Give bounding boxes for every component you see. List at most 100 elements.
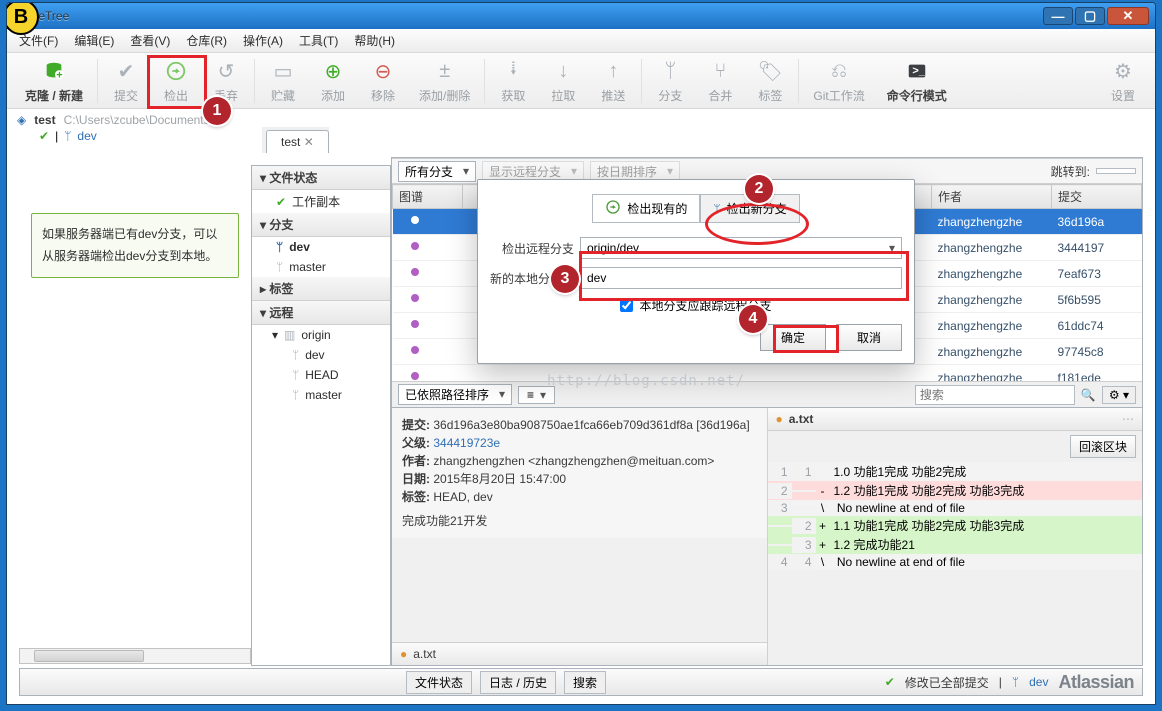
section-label: 标签 (269, 282, 293, 296)
tab-search[interactable]: 搜索 (564, 671, 606, 694)
toolbar-separator (641, 59, 642, 103)
sort-combo[interactable]: 已依照路径排序 (398, 384, 512, 405)
tool-tag[interactable]: 🏷标签 (746, 55, 794, 106)
tree-section-filestate[interactable]: ▾ 文件状态 (252, 166, 390, 190)
menu-help[interactable]: 帮助(H) (354, 32, 395, 49)
jump-input[interactable] (1096, 168, 1136, 174)
branch-icon: ᛘ (276, 260, 283, 274)
detail-file-row[interactable]: ● a.txt (392, 642, 767, 665)
search-input[interactable] (915, 385, 1075, 405)
tool-push[interactable]: ↑推送 (589, 55, 637, 106)
menubar: 文件(F) 编辑(E) 查看(V) 仓库(R) 操作(A) 工具(T) 帮助(H… (7, 29, 1155, 53)
col-author[interactable]: 作者 (932, 185, 1052, 209)
search-icon[interactable]: 🔍 (1081, 388, 1096, 402)
fetch-icon: ⭭ (499, 57, 527, 85)
tool-label: Git工作流 (813, 87, 864, 104)
tree-item-remote-origin[interactable]: ▾ ▥ origin (252, 325, 390, 345)
tool-branch[interactable]: ᛘ分支 (646, 55, 694, 106)
tab-filestatus[interactable]: 文件状态 (406, 671, 472, 694)
remote-value: origin/dev (587, 241, 639, 255)
tool-commit[interactable]: ✔提交 (102, 55, 150, 106)
window-controls: — ▢ ✕ (1043, 7, 1149, 25)
tool-fetch[interactable]: ⭭获取 (489, 55, 537, 106)
status-branch: dev (1029, 675, 1048, 689)
label-parent: 父级: (402, 436, 430, 450)
toolbar-separator (254, 59, 255, 103)
diff-line: 3+1.2 完成功能21 (768, 535, 1143, 554)
repo-icon: ◈ (17, 113, 26, 127)
filter-branches[interactable]: 所有分支 (398, 161, 476, 182)
tree-item-remote-dev[interactable]: ᛘdev (252, 345, 390, 365)
col-commit[interactable]: 提交 (1052, 185, 1142, 209)
tool-settings[interactable]: ⚙设置 (1099, 55, 1147, 106)
tool-stash[interactable]: ▭贮藏 (259, 55, 307, 106)
hscrollbar-thumb[interactable] (34, 650, 144, 662)
tree-item-remote-master[interactable]: ᛘmaster (252, 385, 390, 405)
menu-view[interactable]: 查看(V) (130, 32, 170, 49)
tool-pull[interactable]: ↓拉取 (539, 55, 587, 106)
close-button[interactable]: ✕ (1107, 7, 1149, 25)
list-view-button[interactable]: ≡ (518, 386, 555, 404)
commit-detail-col: 提交: 36d196a3e80ba908750ae1fca66eb709d361… (392, 408, 768, 665)
tree-item-workingcopy[interactable]: ✔工作副本 (252, 190, 390, 213)
minimize-button[interactable]: — (1043, 7, 1073, 25)
menu-repo[interactable]: 仓库(R) (186, 32, 227, 49)
gear-button[interactable]: ⚙ ▾ (1102, 386, 1136, 404)
tool-merge[interactable]: ⑂合并 (696, 55, 744, 106)
checkout-icon (605, 199, 621, 218)
repo-row: ◈ test C:\Users\zcube\Documents\t (7, 109, 1155, 127)
tree-section-remotes[interactable]: ▾ 远程 (252, 301, 390, 325)
label-author: 作者: (402, 454, 430, 468)
track-checkbox[interactable] (620, 299, 633, 312)
tool-clone[interactable]: + 克隆 / 新建 (15, 55, 93, 106)
col-graph[interactable]: 图谱 (393, 185, 463, 209)
jump-label: 跳转到: (1051, 163, 1090, 180)
tab-existing[interactable]: 检出现有的 (592, 194, 700, 223)
commit-row[interactable]: zhangzhengzhef181ede (393, 365, 1142, 382)
tool-remove[interactable]: ⊖移除 (359, 55, 407, 106)
annot-circle-1: 1 (203, 97, 231, 125)
tree-section-tags[interactable]: ▸ 标签 (252, 277, 390, 301)
remote-combo[interactable]: origin/dev ▾ (580, 237, 902, 259)
remove-icon: ⊖ (369, 57, 397, 85)
tool-checkout[interactable]: 检出 (152, 55, 200, 106)
menu-edit[interactable]: 编辑(E) (74, 32, 114, 49)
pipe: | (55, 129, 58, 143)
hint-text: 如果服务器端已有dev分支，可以从服务器端检出dev分支到本地。 (42, 227, 217, 263)
maximize-button[interactable]: ▢ (1075, 7, 1105, 25)
section-label: 文件状态 (269, 171, 317, 185)
tree-item-remote-head[interactable]: ᛘHEAD (252, 365, 390, 385)
menu-actions[interactable]: 操作(A) (243, 32, 283, 49)
value-author: zhangzhengzhen <zhangzhengzhen@meituan.c… (433, 454, 714, 468)
svg-text:+: + (56, 69, 62, 81)
ok-button[interactable]: 确定 (760, 324, 826, 351)
revert-hunk-button[interactable]: 回滚区块 (1070, 435, 1136, 458)
titlebar: ourceTree (7, 3, 1155, 29)
local-input[interactable] (580, 267, 902, 289)
tool-gitflow[interactable]: ⎌Git工作流 (803, 55, 874, 106)
diff-options-icon[interactable]: ⋯ (1122, 412, 1134, 426)
left-panel: 如果服务器端已有dev分支，可以从服务器端检出dev分支到本地。 (19, 157, 251, 666)
tree-item-branch-master[interactable]: ᛘmaster (252, 257, 390, 277)
annot-circle-3: 3 (551, 265, 579, 293)
tree-section-branches[interactable]: ▾ 分支 (252, 213, 390, 237)
tool-clone-label: 克隆 / 新建 (25, 87, 83, 104)
diff-line: 3\ No newline at end of file (768, 500, 1143, 516)
repo-branch: dev (77, 129, 96, 143)
checkout-dialog: 检出现有的 ᛘ 检出新分支 检出远程分支 origin/dev ▾ 新的本地分支… (477, 179, 915, 364)
mid-controls: 已依照路径排序 ≡ 🔍 ⚙ ▾ (392, 381, 1142, 407)
annot-circle-2: 2 (745, 175, 773, 203)
lower-panels: 提交: 36d196a3e80ba908750ae1fca66eb709d361… (392, 407, 1142, 665)
value-commit: 36d196a3e80ba908750ae1fca66eb709d361df8a… (433, 418, 749, 432)
tab-log[interactable]: 日志 / 历史 (480, 671, 556, 694)
tree-item-branch-dev[interactable]: ᛘdev (252, 237, 390, 257)
tool-addremove[interactable]: ±添加/删除 (409, 55, 480, 106)
value-parent[interactable]: 344419723e (433, 436, 500, 450)
branch-icon: ᛘ (292, 388, 299, 402)
tool-terminal[interactable]: >_命令行模式 (877, 55, 957, 106)
cancel-button[interactable]: 取消 (836, 324, 902, 351)
hscrollbar[interactable] (19, 648, 251, 664)
menu-tools[interactable]: 工具(T) (299, 32, 338, 49)
tool-add[interactable]: ⊕添加 (309, 55, 357, 106)
diff-lines: 11 1.0 功能1完成 功能2完成2-1.2 功能1完成 功能2完成 功能3完… (768, 462, 1143, 570)
